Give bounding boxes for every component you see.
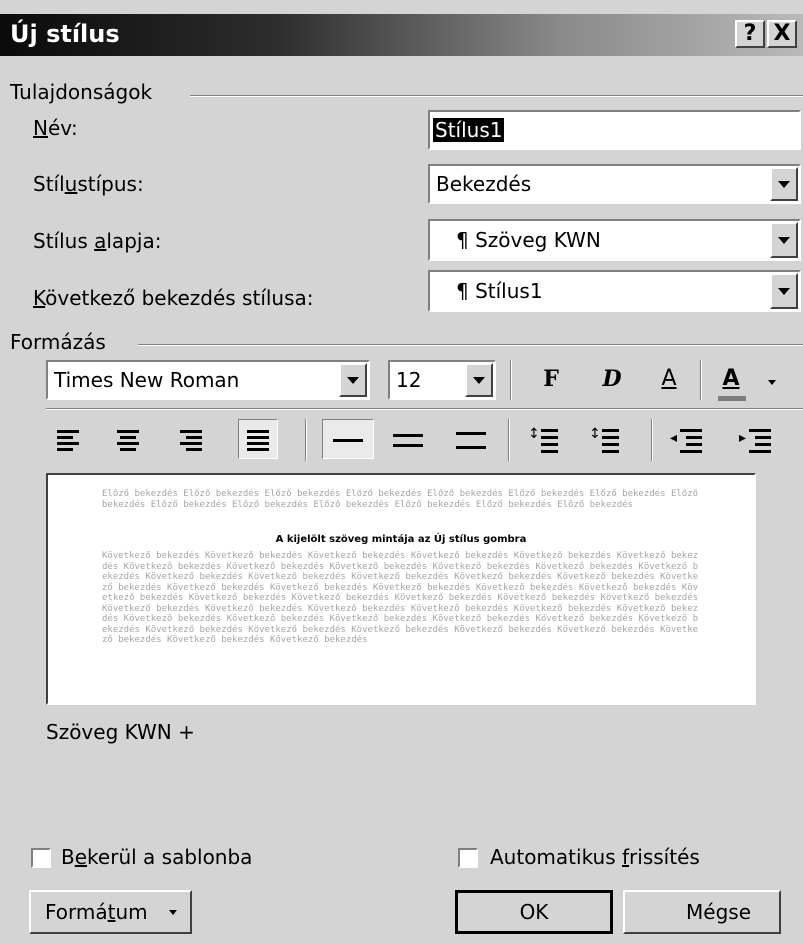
- format-button-pre: Formá: [45, 900, 108, 924]
- one-and-half-spacing-icon[interactable]: [385, 421, 433, 461]
- chevron-down-icon[interactable]: [770, 167, 798, 201]
- space-before-increase-icon[interactable]: ↕: [524, 421, 564, 461]
- next-style-select[interactable]: ¶ Stílus1: [428, 270, 801, 312]
- align-right-icon[interactable]: [172, 421, 212, 461]
- toolbar-separator: [305, 419, 307, 461]
- font-color-button[interactable]: A: [712, 362, 792, 402]
- next-style-value: ¶ Stílus1: [456, 279, 543, 303]
- help-button[interactable]: ?: [735, 20, 765, 48]
- formatting-group-divider: [138, 344, 803, 346]
- style-type-label: Stílustípus:: [33, 172, 144, 196]
- decrease-indent-icon[interactable]: ◂: [668, 421, 708, 461]
- style-type-label-post: stípus:: [77, 172, 144, 196]
- font-color-icon: A: [722, 366, 740, 391]
- name-input-value: Stílus1: [433, 118, 505, 142]
- chevron-down-icon[interactable]: [770, 273, 798, 309]
- format-button[interactable]: Formátum: [29, 890, 192, 934]
- double-spacing-icon[interactable]: [448, 421, 496, 461]
- ok-button[interactable]: OK: [455, 890, 613, 934]
- auto-update-label-accel: f: [622, 845, 630, 869]
- style-type-label-pre: Stíl: [33, 172, 65, 196]
- name-label-post: év:: [47, 116, 78, 140]
- chevron-down-icon[interactable]: [465, 363, 493, 397]
- close-button[interactable]: X: [767, 20, 797, 48]
- add-to-template-label-pre: B: [61, 845, 75, 869]
- bold-button[interactable]: F: [536, 366, 566, 392]
- close-icon: X: [773, 21, 791, 46]
- style-type-select[interactable]: Bekezdés: [428, 164, 801, 204]
- dialog-title: Új stílus: [10, 20, 120, 48]
- based-on-label-post: lapja:: [106, 229, 162, 253]
- auto-update-checkbox[interactable]: [458, 848, 478, 868]
- next-style-label-accel: K: [33, 286, 46, 310]
- toolbar-separator: [651, 419, 653, 461]
- chevron-down-icon[interactable]: [770, 222, 798, 258]
- new-style-dialog: Új stílus ? X Tulajdonságok Név: Stílus1…: [0, 0, 803, 944]
- preview-next-paragraph: Következő bekezdés Következő bekezdés Kö…: [102, 551, 699, 645]
- based-on-label-pre: Stílus: [33, 229, 95, 253]
- space-before-decrease-icon[interactable]: ↕: [585, 421, 625, 461]
- align-left-icon[interactable]: [49, 421, 89, 461]
- title-bar[interactable]: Új stílus ? X: [0, 14, 803, 56]
- auto-update-label-post: rissítés: [629, 845, 700, 869]
- align-center-icon[interactable]: [109, 421, 149, 461]
- name-input[interactable]: Stílus1: [428, 110, 801, 150]
- single-spacing-icon[interactable]: [322, 419, 374, 459]
- help-icon: ?: [743, 21, 757, 46]
- add-to-template-label[interactable]: Bekerül a sablonba: [61, 845, 252, 869]
- add-to-template-label-accel: e: [74, 845, 88, 869]
- font-size-value: 12: [396, 368, 422, 392]
- font-select[interactable]: Times New Roman: [46, 360, 370, 400]
- toolbar-separator: [510, 360, 512, 400]
- name-label: Név:: [33, 116, 78, 140]
- next-style-label-post: övetkező bekezdés stílusa:: [45, 286, 314, 310]
- style-preview: Előző bekezdés Előző bekezdés Előző beke…: [46, 473, 756, 705]
- formatting-group-label: Formázás: [10, 330, 106, 354]
- underline-button[interactable]: A: [654, 366, 684, 391]
- font-size-select[interactable]: 12: [388, 360, 496, 400]
- based-on-select[interactable]: ¶ Szöveg KWN: [428, 219, 801, 261]
- format-button-post: um: [115, 900, 148, 924]
- next-style-label: Következő bekezdés stílusa:: [33, 286, 314, 310]
- style-type-value: Bekezdés: [436, 172, 532, 196]
- auto-update-label-pre: Automatikus: [490, 845, 622, 869]
- preview-sample-text: A kijelölt szöveg mintája az Új stílus g…: [275, 534, 527, 545]
- chevron-down-icon[interactable]: [339, 363, 367, 397]
- italic-button[interactable]: D: [597, 366, 627, 392]
- chevron-down-icon: [169, 910, 177, 915]
- properties-group-divider: [190, 95, 803, 97]
- add-to-template-label-post: kerül a sablonba: [87, 845, 253, 869]
- style-type-label-accel: u: [64, 172, 78, 196]
- auto-update-label[interactable]: Automatikus frissítés: [490, 845, 700, 869]
- based-on-label-accel: a: [94, 229, 107, 253]
- style-description: Szöveg KWN +: [46, 720, 195, 744]
- cancel-button[interactable]: Mégse: [623, 890, 781, 934]
- font-color-swatch: [718, 396, 746, 401]
- properties-group-label: Tulajdonságok: [10, 80, 153, 104]
- chevron-down-icon: [768, 380, 776, 385]
- preview-previous-paragraph: Előző bekezdés Előző bekezdés Előző beke…: [102, 489, 699, 510]
- toolbar-separator: [508, 419, 510, 461]
- toolbar-divider: [46, 408, 803, 410]
- add-to-template-checkbox[interactable]: [31, 848, 51, 868]
- based-on-label: Stílus alapja:: [33, 229, 161, 253]
- name-label-accel: N: [33, 116, 48, 140]
- based-on-value: ¶ Szöveg KWN: [456, 228, 601, 252]
- font-value: Times New Roman: [54, 368, 240, 392]
- increase-indent-icon[interactable]: ▸: [737, 421, 777, 461]
- align-justify-icon[interactable]: [238, 419, 278, 459]
- toolbar-separator: [700, 360, 702, 400]
